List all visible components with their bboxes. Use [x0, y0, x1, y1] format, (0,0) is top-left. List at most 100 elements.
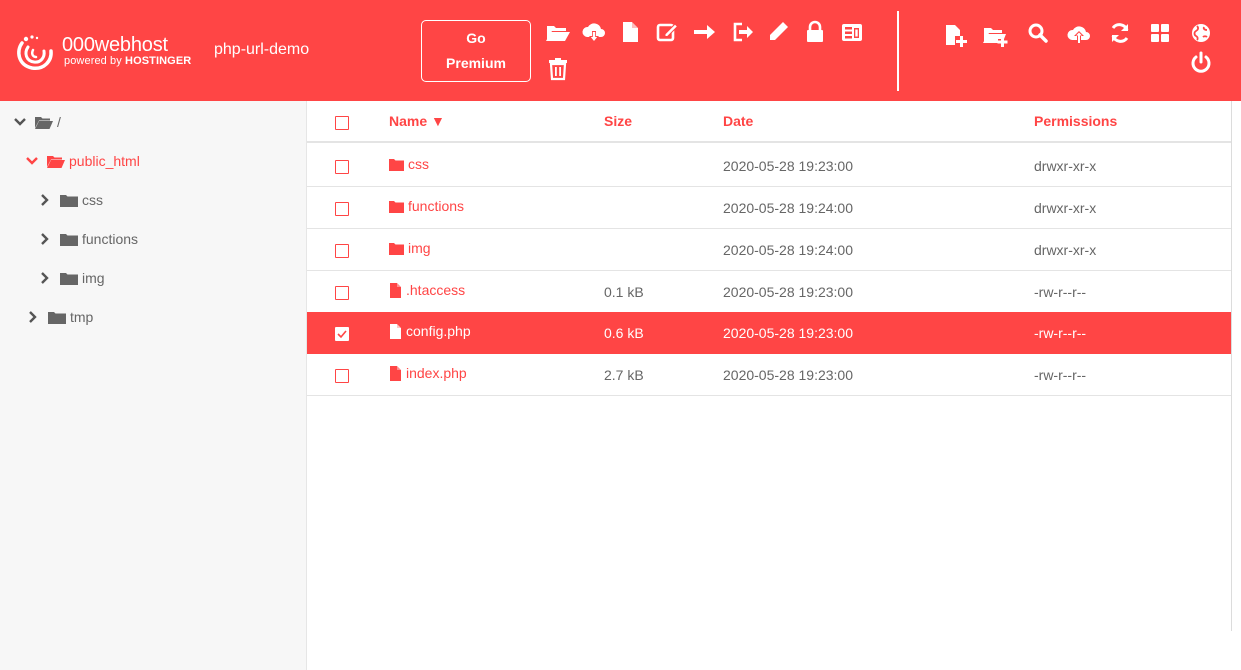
column-header-date[interactable]: Date — [723, 113, 753, 129]
folder-icon — [60, 233, 78, 246]
archive-icon[interactable] — [839, 19, 865, 45]
open-folder-icon — [47, 155, 65, 168]
file-name-link[interactable]: functions — [389, 198, 464, 214]
lock-icon[interactable] — [802, 19, 828, 45]
top-bar: 000webhost powered by HOSTINGER php-url-… — [0, 0, 1241, 101]
file-icon — [390, 323, 401, 339]
tree-item-tmp[interactable]: tmp — [26, 305, 93, 329]
tree-item-label: public_html — [69, 153, 140, 169]
go-premium-button[interactable]: Go Premium — [421, 20, 531, 82]
file-date: 2020-05-28 19:23:00 — [723, 284, 853, 300]
file-name-link[interactable]: css — [389, 156, 429, 172]
row-checkbox-checked[interactable] — [335, 327, 349, 341]
000webhost-logo[interactable] — [14, 33, 54, 73]
chevron-down-icon[interactable] — [13, 115, 27, 129]
row-checkbox[interactable] — [335, 369, 349, 383]
file-list-panel: Name ▼ Size Date Permissions css 2020-05… — [307, 101, 1231, 670]
folder-icon — [389, 242, 404, 255]
table-header: Name ▼ Size Date Permissions — [307, 101, 1231, 143]
file-permissions: -rw-r--r-- — [1034, 284, 1087, 300]
file-name: config.php — [406, 323, 471, 339]
file-permissions: drwxr-xr-x — [1034, 200, 1097, 216]
go-premium-line1: Go — [466, 30, 486, 46]
tree-item-img[interactable]: img — [38, 266, 105, 290]
select-all-checkbox[interactable] — [335, 116, 349, 130]
go-premium-line2: Premium — [446, 55, 506, 71]
upload-icon[interactable] — [1066, 21, 1092, 47]
file-icon — [390, 365, 401, 381]
column-header-name[interactable]: Name ▼ — [389, 113, 445, 129]
file-date: 2020-05-28 19:23:00 — [723, 367, 853, 383]
tree-item-label: img — [82, 270, 105, 286]
file-date: 2020-05-28 19:23:00 — [723, 325, 853, 341]
file-size: 0.6 kB — [604, 325, 644, 341]
new-folder-icon[interactable] — [982, 22, 1008, 48]
row-checkbox[interactable] — [335, 160, 349, 174]
refresh-icon[interactable] — [1107, 20, 1133, 46]
power-icon[interactable] — [1188, 50, 1214, 76]
move-arrow-icon[interactable] — [691, 19, 717, 45]
chevron-right-icon[interactable] — [38, 271, 52, 285]
file-name-link[interactable]: config.php — [389, 323, 471, 339]
chevron-right-icon[interactable] — [26, 310, 40, 324]
file-date: 2020-05-28 19:24:00 — [723, 200, 853, 216]
table-row[interactable]: index.php 2.7 kB 2020-05-28 19:23:00 -rw… — [307, 354, 1231, 396]
file-size: 2.7 kB — [604, 367, 644, 383]
file-size: 0.1 kB — [604, 284, 644, 300]
column-header-permissions[interactable]: Permissions — [1034, 113, 1117, 129]
open-folder-icon[interactable] — [545, 19, 571, 45]
file-permissions: -rw-r--r-- — [1034, 367, 1087, 383]
chevron-right-icon[interactable] — [38, 193, 52, 207]
tree-item-functions[interactable]: functions — [38, 227, 138, 251]
file-permissions: drwxr-xr-x — [1034, 242, 1097, 258]
toolbar-divider — [897, 11, 899, 91]
site-name: php-url-demo — [214, 41, 310, 58]
file-permissions: drwxr-xr-x — [1034, 158, 1097, 174]
file-date: 2020-05-28 19:23:00 — [723, 158, 853, 174]
file-date: 2020-05-28 19:24:00 — [723, 242, 853, 258]
row-checkbox[interactable] — [335, 286, 349, 300]
file-name-link[interactable]: index.php — [389, 365, 467, 381]
folder-icon — [48, 311, 66, 324]
tree-item-label: / — [57, 114, 61, 130]
tree-item-root[interactable]: / — [13, 110, 61, 134]
table-row[interactable]: .htaccess 0.1 kB 2020-05-28 19:23:00 -rw… — [307, 271, 1231, 313]
brand-subtitle: powered by HOSTINGER — [64, 55, 191, 67]
table-row[interactable]: functions 2020-05-28 19:24:00 drwxr-xr-x — [307, 187, 1231, 229]
file-name-link[interactable]: img — [389, 240, 431, 256]
folder-icon — [60, 272, 78, 285]
cloud-download-icon[interactable] — [581, 19, 607, 45]
brand-sub-prefix: powered by — [64, 55, 126, 67]
search-icon[interactable] — [1025, 20, 1051, 46]
file-icon[interactable] — [617, 19, 643, 45]
new-file-icon[interactable] — [942, 22, 968, 48]
tree-item-public-html[interactable]: public_html — [25, 149, 140, 173]
grid-icon[interactable] — [1147, 20, 1173, 46]
pencil-icon[interactable] — [766, 19, 792, 45]
tree-item-css[interactable]: css — [38, 188, 103, 212]
chevron-right-icon[interactable] — [38, 232, 52, 246]
folder-icon — [60, 194, 78, 207]
logout-icon[interactable] — [729, 19, 755, 45]
table-row-selected[interactable]: config.php 0.6 kB 2020-05-28 19:23:00 -r… — [307, 312, 1231, 354]
chevron-down-icon[interactable] — [25, 154, 39, 168]
file-name-link[interactable]: .htaccess — [389, 282, 465, 298]
table-row[interactable]: css 2020-05-28 19:23:00 drwxr-xr-x — [307, 145, 1231, 187]
table-row[interactable]: img 2020-05-28 19:24:00 drwxr-xr-x — [307, 229, 1231, 271]
tree-item-label: css — [82, 192, 103, 208]
folder-icon — [389, 200, 404, 213]
brand-name: 000webhost — [62, 34, 168, 56]
file-name: img — [408, 240, 431, 256]
edit-icon[interactable] — [654, 19, 680, 45]
row-checkbox[interactable] — [335, 244, 349, 258]
file-name: functions — [408, 198, 465, 214]
row-checkbox[interactable] — [335, 202, 349, 216]
column-header-size[interactable]: Size — [604, 113, 632, 129]
trash-icon[interactable] — [545, 56, 571, 82]
file-icon — [390, 282, 401, 298]
folder-tree-sidebar: / public_html css functions img tmp — [0, 101, 307, 670]
tree-item-label: functions — [82, 231, 139, 247]
scrollbar[interactable] — [1231, 101, 1241, 631]
globe-icon[interactable] — [1188, 20, 1214, 46]
checkmark-icon — [337, 330, 347, 339]
